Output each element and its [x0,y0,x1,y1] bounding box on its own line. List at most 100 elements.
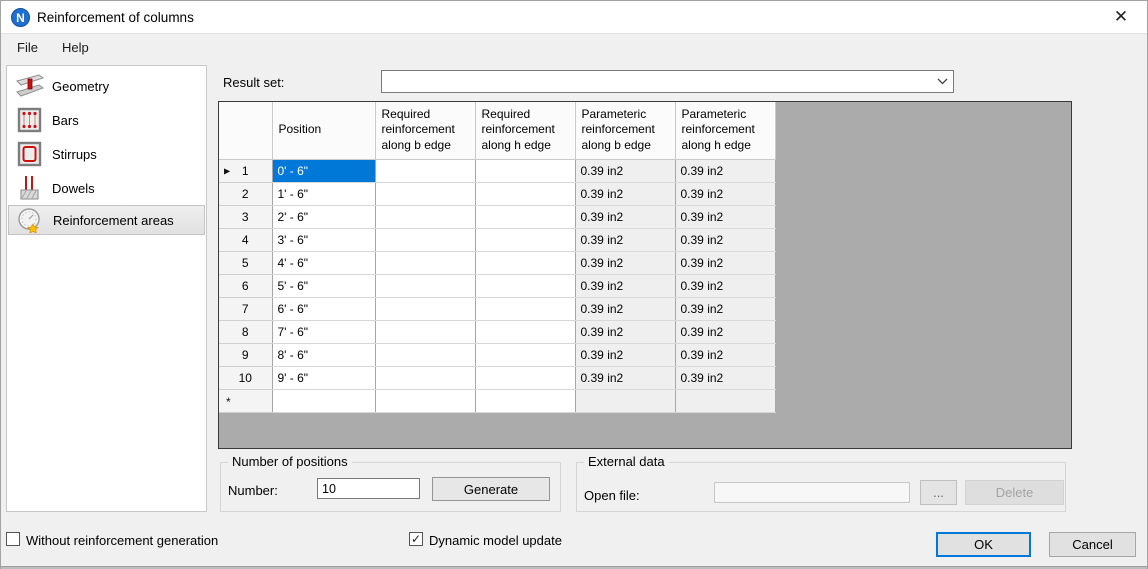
required-h-cell[interactable] [475,182,576,206]
grid-column-header[interactable]: Parameteric reinforcement along b edge [574,102,676,160]
grid-row-header[interactable]: 7 [219,297,273,321]
parametric-b-cell[interactable]: 0.39 in2 [575,366,676,390]
position-cell[interactable]: 4' - 6" [272,251,376,275]
sidebar-item-geometry[interactable]: Geometry [8,70,205,102]
required-h-cell[interactable] [475,320,576,344]
required-b-cell[interactable] [375,274,476,298]
parametric-h-cell[interactable]: 0.39 in2 [675,182,776,206]
grid-corner-header[interactable] [219,102,273,160]
grid-row-header[interactable]: 4 [219,228,273,252]
required-h-cell[interactable] [475,366,576,390]
required-h-cell[interactable] [475,159,576,183]
sidebar-item-label: Stirrups [52,146,97,162]
sidebar-item-stirrups[interactable]: Stirrups [8,138,205,170]
position-cell[interactable]: 9' - 6" [272,366,376,390]
required-b-cell[interactable] [375,205,476,229]
grid-row: * [219,389,776,413]
grid-column-header[interactable]: Required reinforcement along b edge [374,102,476,160]
ok-button[interactable]: OK [936,532,1031,557]
parametric-b-cell[interactable]: 0.39 in2 [575,228,676,252]
parametric-b-cell[interactable] [575,389,676,413]
without-reinforcement-checkbox[interactable] [6,532,20,546]
grid-column-header[interactable]: Required reinforcement along h edge [474,102,576,160]
grid-row-header[interactable]: ▶ 1 [219,159,273,183]
sidebar-item-reinforcement-areas[interactable]: Reinforcement areas [8,205,205,235]
chevron-down-icon[interactable] [931,78,953,85]
required-h-cell[interactable] [475,343,576,367]
row-number: 4 [241,232,249,247]
parametric-b-cell[interactable]: 0.39 in2 [575,320,676,344]
required-b-cell[interactable] [375,320,476,344]
parametric-b-cell[interactable]: 0.39 in2 [575,251,676,275]
number-of-positions-group: Number of positions Number: Generate [220,454,561,512]
position-cell[interactable]: 8' - 6" [272,343,376,367]
grid-row-header[interactable]: 5 [219,251,273,275]
position-cell[interactable]: 3' - 6" [272,228,376,252]
required-h-cell[interactable] [475,389,576,413]
required-b-cell[interactable] [375,366,476,390]
parametric-h-cell[interactable]: 0.39 in2 [675,297,776,321]
close-icon[interactable]: ✕ [1103,1,1139,32]
required-b-cell[interactable] [375,159,476,183]
menu-file[interactable]: File [1,34,50,61]
required-b-cell[interactable] [375,182,476,206]
open-file-input[interactable] [714,482,910,503]
required-b-cell[interactable] [375,389,476,413]
required-h-cell[interactable] [475,205,576,229]
position-cell[interactable]: 0' - 6" [272,159,376,183]
grid-row-header[interactable]: 2 [219,182,273,206]
parametric-h-cell[interactable] [675,389,776,413]
parametric-h-cell[interactable]: 0.39 in2 [675,343,776,367]
parametric-b-cell[interactable]: 0.39 in2 [575,205,676,229]
required-h-cell[interactable] [475,251,576,275]
row-number: 1 [241,163,249,178]
position-cell[interactable] [272,389,376,413]
row-number: 9 [241,347,249,362]
cancel-button[interactable]: Cancel [1049,532,1136,557]
required-h-cell[interactable] [475,274,576,298]
position-cell[interactable]: 1' - 6" [272,182,376,206]
result-set-combobox[interactable] [381,70,954,93]
required-h-cell[interactable] [475,228,576,252]
position-cell[interactable]: 2' - 6" [272,205,376,229]
parametric-h-cell[interactable]: 0.39 in2 [675,205,776,229]
parametric-h-cell[interactable]: 0.39 in2 [675,251,776,275]
grid-column-header[interactable]: Position [271,102,376,160]
grid-row-header[interactable]: * [219,389,273,413]
parametric-h-cell[interactable]: 0.39 in2 [675,366,776,390]
sidebar-item-bars[interactable]: Bars [8,104,205,136]
position-cell[interactable]: 7' - 6" [272,320,376,344]
parametric-b-cell[interactable]: 0.39 in2 [575,297,676,321]
required-b-cell[interactable] [375,343,476,367]
grid-column-header[interactable]: Parameteric reinforcement along h edge [674,102,776,160]
parametric-b-cell[interactable]: 0.39 in2 [575,182,676,206]
position-cell[interactable]: 6' - 6" [272,297,376,321]
parametric-b-cell[interactable]: 0.39 in2 [575,274,676,298]
grid-row-header[interactable]: 8 [219,320,273,344]
grid-row-header[interactable]: 3 [219,205,273,229]
parametric-h-cell[interactable]: 0.39 in2 [675,159,776,183]
required-b-cell[interactable] [375,297,476,321]
position-cell[interactable]: 5' - 6" [272,274,376,298]
open-file-label: Open file: [584,488,640,503]
required-b-cell[interactable] [375,228,476,252]
parametric-b-cell[interactable]: 0.39 in2 [575,159,676,183]
grid-row-header[interactable]: 6 [219,274,273,298]
generate-button[interactable]: Generate [432,477,550,501]
menu-help[interactable]: Help [50,34,101,61]
browse-button[interactable]: ... [920,480,957,505]
required-h-cell[interactable] [475,297,576,321]
dynamic-model-update-checkbox[interactable] [409,532,423,546]
sidebar: Geometry Bars Stirrups Dowels Reinforcem… [6,65,207,512]
parametric-b-cell[interactable]: 0.39 in2 [575,343,676,367]
grid-row-header[interactable]: 10 [219,366,273,390]
delete-button: Delete [965,480,1064,505]
grid-row-header[interactable]: 9 [219,343,273,367]
parametric-h-cell[interactable]: 0.39 in2 [675,320,776,344]
parametric-h-cell[interactable]: 0.39 in2 [675,228,776,252]
required-b-cell[interactable] [375,251,476,275]
results-grid: Position Required reinforcement along b e… [219,102,776,413]
parametric-h-cell[interactable]: 0.39 in2 [675,274,776,298]
number-input[interactable] [317,478,420,499]
sidebar-item-dowels[interactable]: Dowels [8,172,205,204]
